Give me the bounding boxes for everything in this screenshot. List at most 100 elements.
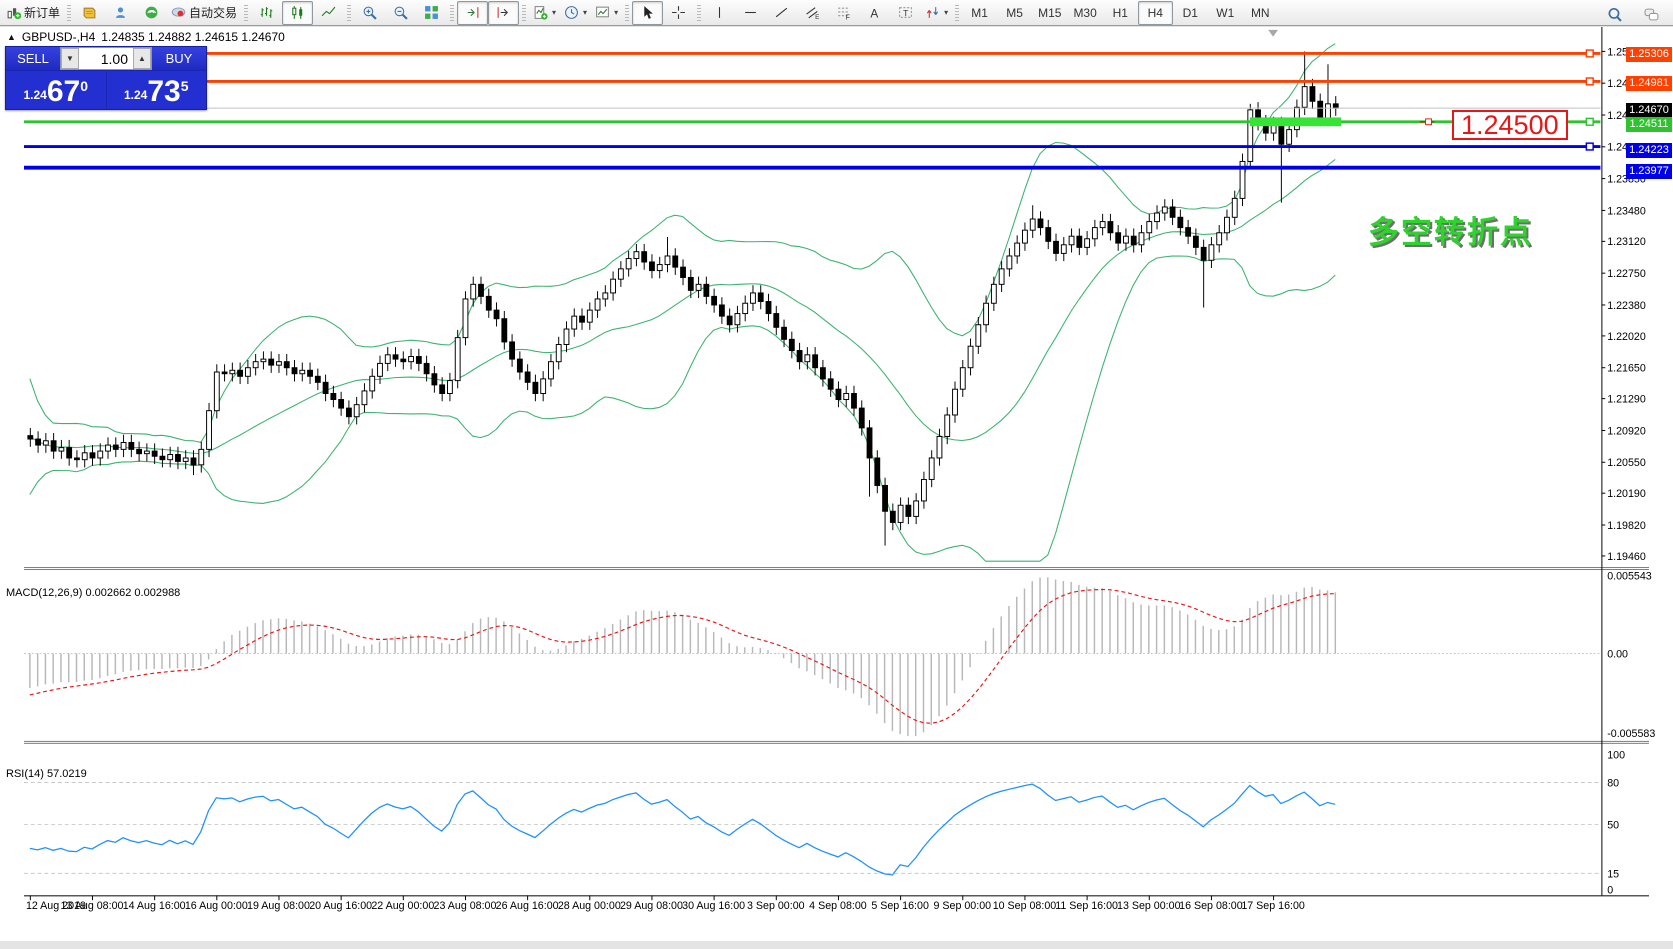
bull-candle bbox=[695, 283, 702, 291]
vertical-line-button[interactable] bbox=[704, 1, 735, 25]
tf-m15-button[interactable]: M15 bbox=[1032, 1, 1067, 25]
chat-button[interactable] bbox=[1636, 2, 1667, 26]
bear-candle bbox=[1053, 240, 1059, 254]
crosshair-button[interactable] bbox=[663, 1, 694, 25]
bull-candle bbox=[105, 444, 111, 452]
flag-anchor[interactable] bbox=[1425, 118, 1432, 126]
level-lines[interactable] bbox=[24, 49, 1601, 170]
autotrading-icon bbox=[171, 7, 186, 17]
bear-candle bbox=[687, 276, 694, 291]
navigator-button[interactable] bbox=[105, 1, 136, 25]
fibonacci-button[interactable]: F bbox=[828, 1, 859, 25]
macd-histogram-bar bbox=[1225, 629, 1228, 654]
bear-candle bbox=[128, 442, 135, 450]
line-handle[interactable] bbox=[1585, 142, 1594, 151]
auto-scroll-button[interactable] bbox=[457, 0, 489, 25]
macd-histogram-bar bbox=[883, 653, 886, 724]
new-order-button[interactable]: 新订单 bbox=[2, 1, 64, 25]
zoom-in-button[interactable] bbox=[354, 1, 385, 25]
green-highlight-segment[interactable] bbox=[1249, 117, 1342, 127]
text-annotation[interactable]: 多空转折点 bbox=[1368, 207, 1533, 252]
candle-chart-button[interactable] bbox=[282, 0, 314, 25]
tf-m5-button[interactable]: M5 bbox=[997, 1, 1032, 25]
bull-candle bbox=[182, 457, 189, 462]
bear-candle bbox=[338, 399, 345, 409]
bear-candle bbox=[1332, 103, 1339, 109]
tf-m30-button[interactable]: M30 bbox=[1067, 1, 1102, 25]
macd-histogram-bar bbox=[184, 653, 187, 668]
signals-button[interactable] bbox=[136, 1, 167, 25]
macd-histogram-bar bbox=[36, 653, 39, 687]
volume-field[interactable]: 1.00 bbox=[79, 48, 133, 69]
price-tick-label: 1.22380 bbox=[1607, 300, 1646, 312]
macd-histogram-bar bbox=[339, 638, 342, 654]
tf-mn-button[interactable]: MN bbox=[1243, 1, 1278, 25]
text-button[interactable]: A bbox=[859, 1, 890, 25]
line-chart-button[interactable] bbox=[313, 1, 344, 25]
tf-h4-button[interactable]: H4 bbox=[1137, 0, 1173, 25]
macd-histogram-bar bbox=[1194, 619, 1197, 654]
arrows-button[interactable]: ▾ bbox=[921, 1, 952, 25]
bar-chart-button[interactable] bbox=[251, 1, 282, 25]
periods-button[interactable]: ▾ bbox=[560, 1, 591, 25]
macd-histogram-bar bbox=[635, 611, 637, 654]
zoom-in-icon bbox=[363, 6, 377, 20]
macd-scale-label: 0.005543 bbox=[1607, 571, 1652, 583]
price-tick-label: 1.22750 bbox=[1607, 268, 1646, 280]
equidistant-channel-button[interactable]: E bbox=[797, 1, 828, 25]
horizontal-line-button[interactable] bbox=[735, 1, 766, 25]
macd-histogram-bar bbox=[697, 622, 699, 654]
time-axis[interactable]: 12 Aug 201913 Aug 08:00 14 Aug 16:00 16 Au… bbox=[26, 895, 1305, 912]
time-tick-label: 23 Aug 08:00 bbox=[434, 900, 497, 912]
buy-button[interactable]: BUY bbox=[152, 47, 206, 70]
tile-windows-button[interactable] bbox=[416, 1, 447, 25]
tf-w1-button[interactable]: W1 bbox=[1208, 1, 1243, 25]
indicators-list-button[interactable]: ▾ bbox=[529, 1, 560, 25]
buy-price-big: 73 bbox=[147, 75, 181, 108]
templates-button[interactable]: ▾ bbox=[591, 1, 622, 25]
macd-histogram-bar bbox=[961, 653, 964, 681]
macd-histogram-bar bbox=[1179, 610, 1181, 654]
channel-icon: E bbox=[806, 7, 820, 20]
buy-price[interactable]: 1.24 73 5 bbox=[107, 71, 207, 109]
tf-m1-button[interactable]: M1 bbox=[962, 1, 997, 25]
macd-scale-label: 0.00 bbox=[1607, 648, 1628, 660]
bull-candle bbox=[1006, 255, 1013, 270]
price-flag-label[interactable]: 1.24500 bbox=[1452, 110, 1568, 140]
bear-candle bbox=[1107, 221, 1114, 234]
tf-d1-button[interactable]: D1 bbox=[1173, 1, 1208, 25]
price-badge: 1.24511 bbox=[1626, 117, 1672, 133]
zoom-out-button[interactable] bbox=[385, 1, 416, 25]
cursor-button[interactable] bbox=[632, 0, 664, 25]
shift-marker-icon[interactable] bbox=[1268, 29, 1278, 37]
macd-histogram-bar bbox=[782, 653, 785, 659]
sell-button[interactable]: SELL bbox=[6, 47, 60, 70]
autotrading-button[interactable]: 自动交易 bbox=[167, 1, 241, 25]
chart-shift-button[interactable] bbox=[488, 0, 520, 25]
macd-histogram-bar bbox=[518, 633, 521, 654]
macd-histogram-bar bbox=[1186, 614, 1189, 654]
macd-histogram-bar bbox=[386, 638, 389, 654]
macd-histogram-bar bbox=[1249, 607, 1251, 654]
line-handle[interactable] bbox=[1585, 49, 1594, 58]
volume-increase-button[interactable]: ▲ bbox=[133, 48, 151, 69]
bull-candle bbox=[1091, 227, 1098, 240]
history-center-button[interactable] bbox=[74, 1, 105, 25]
svg-text:A: A bbox=[871, 7, 879, 20]
sell-price[interactable]: 1.24 67 0 bbox=[6, 71, 107, 109]
trade-panel-collapse-arrow[interactable]: ▲ bbox=[7, 32, 16, 42]
hline-icon bbox=[745, 11, 756, 14]
search-button[interactable] bbox=[1599, 2, 1630, 26]
macd-histogram-bar bbox=[930, 653, 932, 726]
line-handle[interactable] bbox=[1585, 77, 1594, 86]
chart-ohlc-values: 1.24835 1.24882 1.24615 1.24670 bbox=[101, 30, 285, 44]
time-tick-label: 28 Aug 00:00 bbox=[558, 900, 621, 912]
label-button[interactable]: T bbox=[890, 1, 921, 25]
tf-h1-button[interactable]: H1 bbox=[1103, 1, 1138, 25]
trendline-button[interactable] bbox=[766, 1, 797, 25]
chart-plot-area[interactable]: 1.253301.249601.245901.242201.238501.234… bbox=[0, 27, 1673, 941]
macd-histogram-bar bbox=[1039, 577, 1041, 654]
line-handle[interactable] bbox=[1585, 117, 1594, 126]
volume-decrease-button[interactable]: ▼ bbox=[61, 48, 79, 69]
chart-canvas[interactable]: 1.253301.249601.245901.242201.238501.234… bbox=[0, 27, 1673, 941]
